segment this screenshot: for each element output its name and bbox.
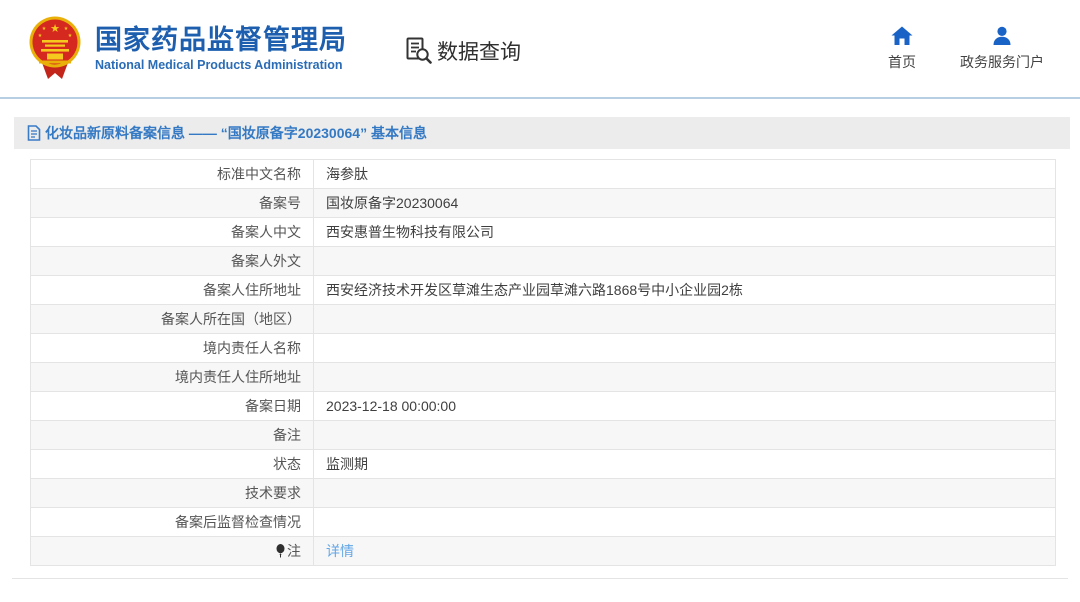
- row-value: 西安惠普生物科技有限公司: [313, 217, 1056, 247]
- nav-home-label: 首页: [888, 53, 916, 70]
- row-label: 备案人外文: [30, 246, 314, 276]
- page-header: ★ ★ ★ ★ ★ 国家药品监督管理局 National Medical Pro…: [0, 0, 1080, 97]
- data-query-icon: [406, 37, 432, 64]
- home-icon: [891, 26, 913, 45]
- brand-title-cn: 国家药品监督管理局: [95, 24, 347, 55]
- section-title-bar: 化妆品新原料备案信息 —— “国妆原备字20230064” 基本信息: [14, 117, 1070, 149]
- table-row: 状态 监测期: [30, 449, 1056, 479]
- brand-titles: 国家药品监督管理局 National Medical Products Admi…: [95, 25, 347, 72]
- table-row: 标准中文名称 海参肽: [30, 159, 1056, 189]
- row-label: 备案日期: [30, 391, 314, 421]
- row-value: [313, 478, 1056, 508]
- row-label: 境内责任人住所地址: [30, 362, 314, 392]
- row-value: [313, 507, 1056, 537]
- table-row: 境内责任人名称: [30, 333, 1056, 363]
- table-row: 备案号 国妆原备字20230064: [30, 188, 1056, 218]
- bottom-divider-line: [12, 578, 1068, 579]
- row-label: 状态: [30, 449, 314, 479]
- row-value-note: 详情: [313, 536, 1056, 566]
- row-value: [313, 333, 1056, 363]
- nav-gov-portal[interactable]: 政务服务门户: [960, 26, 1044, 72]
- document-icon: [27, 125, 41, 141]
- row-label: 备注: [30, 420, 314, 450]
- row-value: 西安经济技术开发区草滩生态产业园草滩六路1868号中小企业园2栋: [313, 275, 1056, 305]
- filing-info-table: 标准中文名称 海参肽 备案号 国妆原备字20230064 备案人中文 西安惠普生…: [30, 159, 1056, 566]
- data-query-section[interactable]: 数据查询: [405, 36, 521, 66]
- svg-text:★: ★: [50, 23, 60, 35]
- svg-text:★: ★: [38, 33, 43, 39]
- row-value: [313, 246, 1056, 276]
- svg-text:★: ★: [68, 33, 73, 39]
- svg-text:★: ★: [64, 26, 69, 32]
- balloon-icon: [276, 544, 285, 558]
- row-value: 海参肽: [313, 159, 1056, 189]
- row-value: [313, 304, 1056, 334]
- brand-title-en: National Medical Products Administration: [95, 58, 343, 73]
- data-query-label: 数据查询: [437, 40, 521, 64]
- header-nav: 首页 政务服务门户: [888, 26, 1044, 72]
- svg-text:★: ★: [42, 26, 47, 32]
- header-divider-line: [0, 97, 1080, 99]
- row-label: 备案人所在国（地区）: [30, 304, 314, 334]
- row-value: 国妆原备字20230064: [313, 188, 1056, 218]
- user-icon: [993, 26, 1011, 45]
- row-label: 备案号: [30, 188, 314, 218]
- row-label: 境内责任人名称: [30, 333, 314, 363]
- national-emblem-logo: ★ ★ ★ ★ ★: [29, 16, 81, 79]
- table-row: 备案人外文: [30, 246, 1056, 276]
- row-label: 技术要求: [30, 478, 314, 508]
- row-label: 备案人住所地址: [30, 275, 314, 305]
- page-title: 化妆品新原料备案信息 —— “国妆原备字20230064” 基本信息: [45, 125, 427, 141]
- row-value: [313, 362, 1056, 392]
- table-row: 境内责任人住所地址: [30, 362, 1056, 392]
- table-row: 技术要求: [30, 478, 1056, 508]
- row-label: 标准中文名称: [30, 159, 314, 189]
- nav-gov-portal-label: 政务服务门户: [960, 53, 1044, 70]
- detail-link[interactable]: 详情: [326, 543, 354, 559]
- row-label-note: 注: [30, 536, 314, 566]
- table-row-note: 注 详情: [30, 536, 1056, 566]
- table-row: 备案人住所地址 西安经济技术开发区草滩生态产业园草滩六路1868号中小企业园2栋: [30, 275, 1056, 305]
- note-label-text: 注: [287, 543, 301, 559]
- row-value: 监测期: [313, 449, 1056, 479]
- row-value: 2023-12-18 00:00:00: [313, 391, 1056, 421]
- table-row: 备案后监督检查情况: [30, 507, 1056, 537]
- table-row: 备注: [30, 420, 1056, 450]
- row-label: 备案人中文: [30, 217, 314, 247]
- nav-home[interactable]: 首页: [888, 26, 916, 72]
- table-row: 备案人所在国（地区）: [30, 304, 1056, 334]
- table-row: 备案日期 2023-12-18 00:00:00: [30, 391, 1056, 421]
- row-value: [313, 420, 1056, 450]
- row-label: 备案后监督检查情况: [30, 507, 314, 537]
- table-row: 备案人中文 西安惠普生物科技有限公司: [30, 217, 1056, 247]
